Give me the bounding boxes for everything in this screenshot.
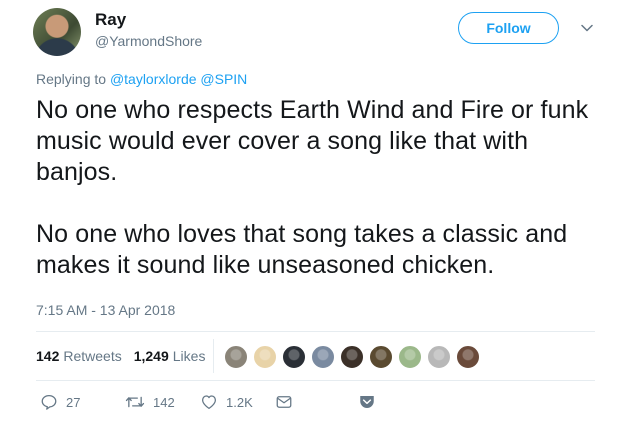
tweet-paragraph: No one who loves that song takes a class… (36, 220, 568, 279)
liker-avatar[interactable] (282, 345, 306, 369)
like-button[interactable]: 1.2K (200, 393, 253, 411)
envelope-icon (275, 393, 293, 411)
author-avatar[interactable] (33, 8, 81, 56)
liker-avatar[interactable] (253, 345, 277, 369)
pocket-button[interactable] (358, 393, 376, 411)
reply-button[interactable]: 27 (40, 393, 80, 411)
tweet-text: No one who respects Earth Wind and Fire … (36, 95, 606, 281)
reply-count: 27 (66, 394, 81, 410)
divider (36, 380, 595, 381)
divider (36, 331, 595, 332)
chevron-down-icon[interactable] (580, 21, 594, 35)
likes-count: 1,249 (133, 348, 169, 364)
retweet-icon (125, 393, 145, 411)
retweets-count: 142 (36, 348, 60, 364)
likes-label: Likes (172, 348, 206, 364)
likes-stat[interactable]: 1,249 Likes (134, 348, 206, 364)
retweets-stat[interactable]: 142 Retweets (36, 348, 122, 364)
replying-to-label: Replying to (36, 71, 110, 87)
author-name[interactable]: Ray (95, 10, 126, 30)
likers-avatars (224, 345, 485, 369)
pocket-icon (358, 393, 376, 411)
like-count: 1.2K (226, 394, 253, 410)
liker-avatar[interactable] (369, 345, 393, 369)
engagement-stats: 142 Retweets 1,249 Likes (36, 348, 217, 364)
replying-to-line: Replying to @taylorxlorde @SPIN (36, 71, 247, 87)
liker-avatar[interactable] (427, 345, 451, 369)
retweets-label: Retweets (63, 348, 122, 364)
retweet-count: 142 (153, 394, 175, 410)
tweet-paragraph: No one who respects Earth Wind and Fire … (36, 96, 589, 186)
tweet-timestamp[interactable]: 7:15 AM - 13 Apr 2018 (36, 302, 175, 318)
liker-avatar[interactable] (224, 345, 248, 369)
follow-button[interactable]: Follow (458, 12, 559, 44)
retweet-button[interactable]: 142 (125, 393, 175, 411)
direct-message-button[interactable] (275, 393, 293, 411)
liker-avatar[interactable] (340, 345, 364, 369)
author-handle[interactable]: @YarmondShore (95, 33, 202, 49)
liker-avatar[interactable] (311, 345, 335, 369)
liker-avatar[interactable] (456, 345, 480, 369)
liker-avatar[interactable] (398, 345, 422, 369)
stats-separator (213, 339, 214, 373)
heart-icon (200, 393, 218, 411)
reply-mention-link[interactable]: @SPIN (200, 71, 247, 87)
reply-mention-link[interactable]: @taylorxlorde (110, 71, 197, 87)
reply-icon (40, 393, 58, 411)
